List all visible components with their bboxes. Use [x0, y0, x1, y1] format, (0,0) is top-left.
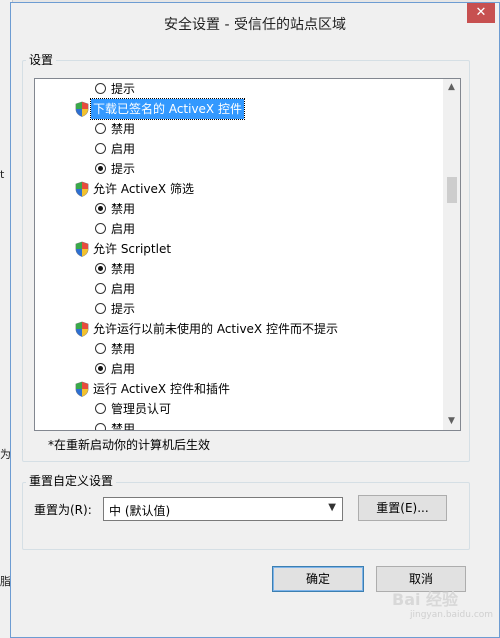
- security-shield-icon: [75, 181, 89, 197]
- setting-label: 提示: [111, 162, 136, 176]
- reset-group-label: 重置自定义设置: [26, 472, 117, 489]
- dialog-title: 安全设置 - 受信任的站点区域: [164, 17, 346, 33]
- setting-label: 启用: [111, 282, 136, 296]
- security-shield-icon: [75, 101, 89, 117]
- security-shield-icon: [75, 321, 89, 337]
- scroll-thumb[interactable]: [447, 177, 457, 203]
- setting-label: 启用: [111, 222, 136, 236]
- restart-note: *在重新启动你的计算机后生效: [48, 438, 211, 452]
- reset-level-value: 中 (默认值): [109, 504, 171, 518]
- setting-label: 管理员认可: [111, 402, 172, 416]
- radio-unchecked-icon[interactable]: [95, 423, 106, 430]
- setting-label: 禁用: [111, 262, 136, 276]
- security-shield-icon: [75, 381, 89, 397]
- close-icon: ✕: [475, 5, 487, 20]
- radio-unchecked-icon[interactable]: [95, 343, 106, 354]
- security-shield-icon: [75, 241, 89, 257]
- chevron-down-icon: ▼: [328, 502, 336, 513]
- radio-checked-icon[interactable]: [95, 203, 106, 214]
- setting-label: 禁用: [111, 422, 136, 431]
- setting-label: 允许 Scriptlet: [93, 242, 172, 256]
- radio-unchecked-icon[interactable]: [95, 303, 106, 314]
- vertical-scrollbar[interactable]: ▲ ▼: [443, 79, 460, 430]
- watermark-text: Bai 经验: [392, 590, 459, 609]
- watermark-url: jingyan.baidu.com: [410, 610, 494, 620]
- reset-to-label: 重置为(R):: [34, 503, 92, 517]
- setting-label: 提示: [111, 82, 136, 96]
- setting-label: 禁用: [111, 122, 136, 136]
- setting-label: 提示: [111, 302, 136, 316]
- setting-label: 下载已签名的 ActiveX 控件: [90, 98, 245, 120]
- settings-listbox[interactable]: 提示 下载已签名的 ActiveX 控件 禁用 启用 提示 允许 ActiveX 筛选 禁用…: [34, 78, 461, 431]
- ok-button[interactable]: 确定: [272, 566, 364, 592]
- scroll-up-button[interactable]: ▲: [443, 79, 460, 96]
- radio-checked-icon[interactable]: [95, 163, 106, 174]
- radio-unchecked-icon[interactable]: [95, 143, 106, 154]
- radio-unchecked-icon[interactable]: [95, 283, 106, 294]
- close-button[interactable]: ✕: [467, 3, 495, 23]
- setting-label: 禁用: [111, 202, 136, 216]
- settings-group-label: 设置: [26, 51, 57, 68]
- setting-label: 启用: [111, 362, 136, 376]
- setting-label: 启用: [111, 142, 136, 156]
- reset-level-select[interactable]: 中 (默认值) ▼: [103, 497, 343, 521]
- radio-unchecked-icon[interactable]: [95, 123, 106, 134]
- chevron-down-icon: ▼: [448, 416, 455, 426]
- radio-checked-icon[interactable]: [95, 363, 106, 374]
- reset-button[interactable]: 重置(E)...: [358, 495, 447, 521]
- radio-checked-icon[interactable]: [95, 263, 106, 274]
- radio-unchecked-icon[interactable]: [95, 83, 106, 94]
- setting-label: 禁用: [111, 342, 136, 356]
- radio-unchecked-icon[interactable]: [95, 403, 106, 414]
- title-bar[interactable]: 安全设置 - 受信任的站点区域 ✕: [11, 3, 499, 41]
- setting-label: 允许运行以前未使用的 ActiveX 控件而不提示: [93, 322, 338, 336]
- scroll-down-button[interactable]: ▼: [443, 413, 460, 430]
- chevron-up-icon: ▲: [448, 82, 455, 92]
- radio-unchecked-icon[interactable]: [95, 223, 106, 234]
- setting-label: 运行 ActiveX 控件和插件: [93, 382, 230, 396]
- setting-label: 允许 ActiveX 筛选: [93, 182, 194, 196]
